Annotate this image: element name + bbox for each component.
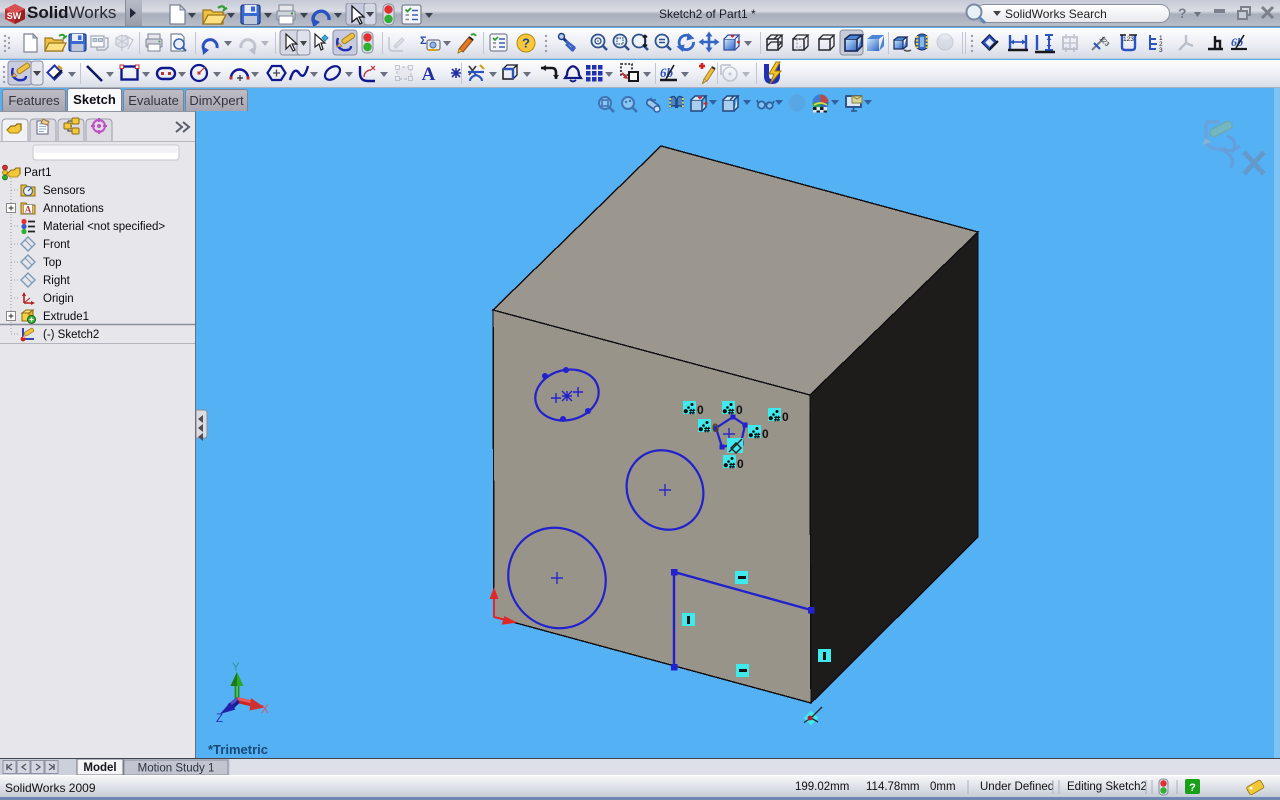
svg-text:A: A — [25, 205, 32, 215]
svg-text:Annotations: Annotations — [43, 203, 104, 215]
svg-text:0: 0 — [762, 427, 769, 441]
svg-text:Top: Top — [43, 257, 62, 269]
svg-text:X: X — [261, 704, 269, 716]
svg-text:123: 123 — [1123, 36, 1134, 43]
svg-text:?: ? — [1189, 782, 1196, 794]
svg-text:Σ: Σ — [420, 35, 427, 47]
svg-text:Origin: Origin — [43, 293, 74, 305]
svg-text:Front: Front — [43, 239, 71, 251]
svg-text:Motion Study 1: Motion Study 1 — [138, 763, 215, 775]
svg-text:Right: Right — [43, 275, 71, 287]
svg-text:0: 0 — [712, 421, 719, 435]
svg-text:?: ? — [522, 36, 530, 51]
svg-text:Extrude1: Extrude1 — [43, 311, 89, 323]
svg-text:Model: Model — [83, 762, 116, 774]
svg-text:(-) Sketch2: (-) Sketch2 — [43, 329, 99, 341]
svg-text:Y: Y — [232, 662, 240, 674]
svg-text:Part1: Part1 — [24, 167, 52, 179]
svg-text:Sensors: Sensors — [43, 185, 85, 197]
svg-text:0: 0 — [697, 403, 704, 417]
svg-text:0: 0 — [736, 403, 743, 417]
svg-text:Z: Z — [216, 713, 223, 725]
svg-text:Material <not specified>: Material <not specified> — [43, 221, 165, 233]
svg-text:SW: SW — [7, 11, 22, 21]
svg-text:*Trimetric: *Trimetric — [208, 742, 268, 757]
svg-text:0: 0 — [782, 410, 789, 424]
svg-text:0: 0 — [737, 457, 744, 471]
svg-text:123: 123 — [1098, 35, 1111, 48]
svg-text:A: A — [422, 64, 436, 85]
svg-text:3: 3 — [1159, 47, 1163, 54]
